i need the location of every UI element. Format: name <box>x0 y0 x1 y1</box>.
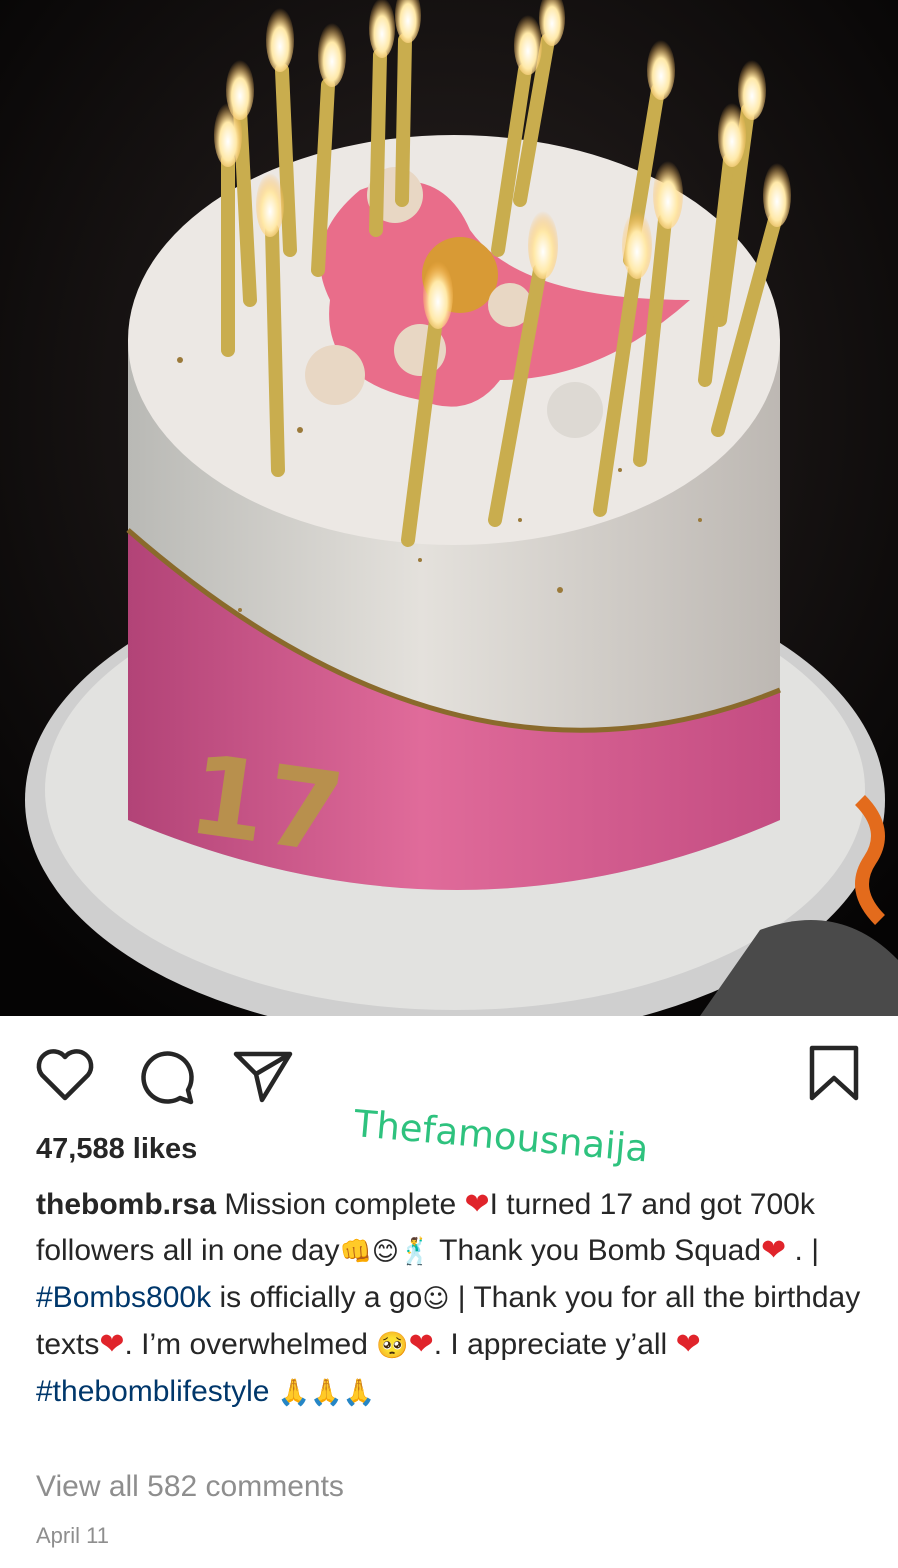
caption-text: . I appreciate y’all <box>433 1328 676 1361</box>
post-date: April 11 <box>36 1523 109 1548</box>
hashtag-link[interactable]: #thebomblifestyle <box>36 1375 269 1408</box>
comment-bubble-icon[interactable] <box>136 1048 196 1106</box>
red-heart-emoji: ❤ <box>464 1187 490 1222</box>
caption-text: . | <box>786 1234 819 1267</box>
bookmark-icon[interactable] <box>808 1044 860 1102</box>
red-heart-emoji: ❤ <box>761 1233 787 1268</box>
likes-count[interactable]: 47,588 likes <box>36 1133 197 1166</box>
watermark: Thefamousnaija <box>352 1102 651 1171</box>
post-caption: thebomb.rsa Mission complete ❤I turned 1… <box>36 1182 876 1416</box>
red-heart-emoji: ❤ <box>675 1327 701 1362</box>
smile-emoji: 😊 <box>371 1237 399 1267</box>
caption-text: Thank you Bomb Squad <box>431 1234 762 1267</box>
red-heart-emoji: ❤ <box>99 1327 125 1362</box>
caption-text: Mission complete <box>224 1188 465 1221</box>
hashtag-link[interactable]: #Bombs800k <box>36 1281 211 1314</box>
cake-number: 17 <box>181 730 350 878</box>
pleading-emoji: 🥺 <box>376 1331 409 1361</box>
relieved-emoji: ☺ <box>422 1284 450 1314</box>
paper-plane-icon[interactable] <box>232 1048 294 1104</box>
caption-text: is officially a go <box>211 1281 423 1314</box>
caption-text: . I’m overwhelmed <box>124 1328 377 1361</box>
heart-outline-icon[interactable] <box>35 1048 95 1102</box>
cake-image: 17 <box>0 0 898 1016</box>
view-comments-link[interactable]: View all 582 comments <box>36 1470 344 1504</box>
pray-emoji: 🙏🙏🙏 <box>277 1378 375 1408</box>
fist-emoji: 👊 <box>339 1237 372 1267</box>
post-action-bar <box>0 1040 898 1110</box>
red-heart-emoji: ❤ <box>408 1327 434 1362</box>
caption-username[interactable]: thebomb.rsa <box>36 1188 216 1221</box>
dancer-emoji: 🕺 <box>399 1237 432 1267</box>
post-photo[interactable]: 17 <box>0 0 898 1016</box>
